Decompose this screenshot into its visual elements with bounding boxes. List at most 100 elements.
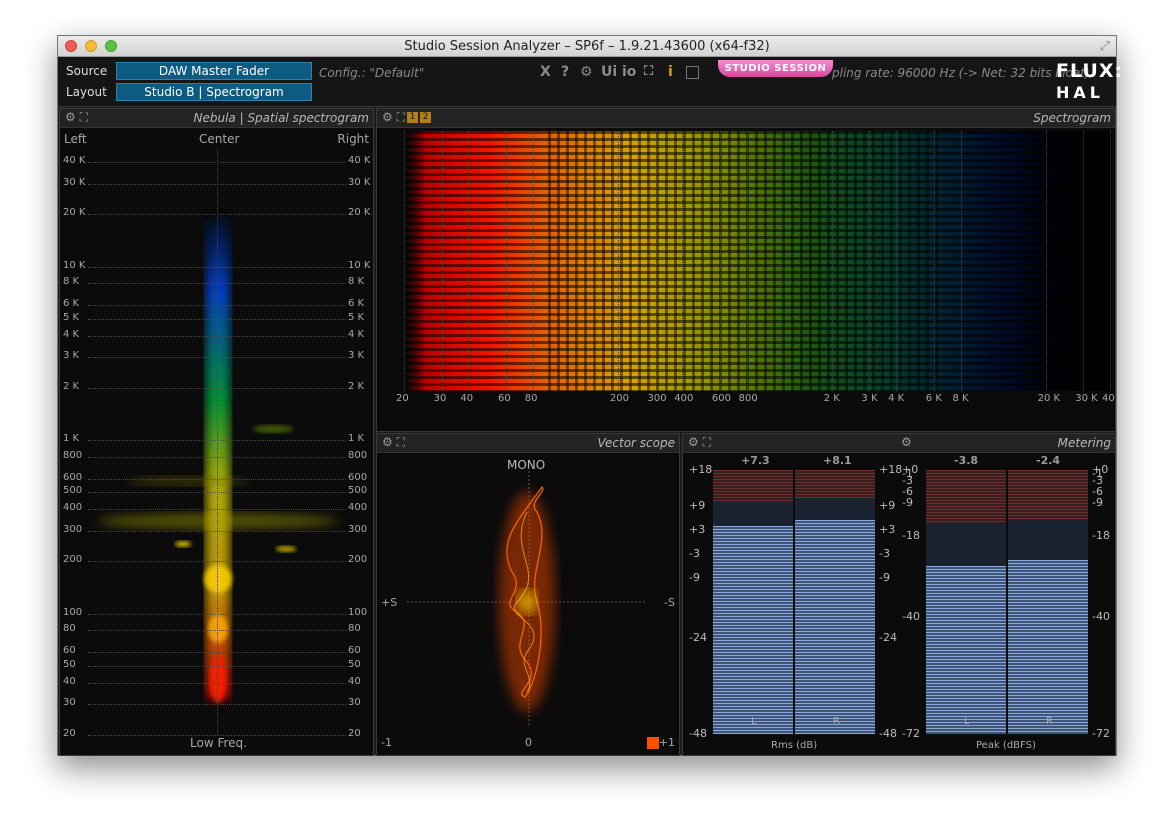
tab-1[interactable]: 1	[406, 112, 418, 123]
spectrogram-gridline	[617, 131, 619, 391]
meter-scale-label: +18	[689, 463, 713, 476]
spectrogram-tick-label: 6 K	[925, 393, 942, 404]
nebula-tick-label: 20 K	[348, 207, 371, 219]
ui-button[interactable]: Ui	[601, 64, 617, 80]
tab-2[interactable]: 2	[419, 112, 431, 123]
source-select[interactable]: DAW Master Fader	[116, 62, 312, 80]
nebula-tick-label: 600	[63, 471, 83, 483]
spectrogram-gridline	[746, 131, 748, 391]
spectrogram-tick-label: 30	[433, 393, 447, 404]
nebula-tick-label: 800	[348, 449, 368, 461]
nebula-plot	[98, 219, 338, 703]
meter-scale-label: -24	[879, 631, 897, 644]
panel-settings-icon[interactable]: ⚙ ⛶	[688, 435, 711, 450]
meter-settings-icon[interactable]: ⚙	[901, 435, 912, 449]
meter-scale-label: -48	[879, 727, 897, 740]
spectrogram-gridline	[682, 131, 684, 391]
close-x-button[interactable]: X	[540, 64, 551, 80]
vectorscope-panel: ⚙ ⛶ Vector scope MONO +S -S -1 0 +1	[376, 433, 680, 756]
meter-headroom-zone	[1008, 470, 1088, 520]
fullscreen-icon[interactable]: ⤢	[1100, 39, 1110, 54]
spectrogram-tick-label: 8 K	[952, 393, 969, 404]
nebula-tick-label: 300	[63, 523, 83, 535]
nebula-tick-label: 1 K	[63, 433, 80, 445]
nebula-tick-label: 8 K	[348, 276, 365, 288]
layout-label: Layout	[66, 85, 107, 99]
meter-scale-label: -9	[1092, 496, 1103, 509]
nebula-tick-label: 20 K	[63, 207, 86, 219]
nebula-tick-label: 100	[348, 606, 368, 618]
nebula-tick-label: 4 K	[63, 328, 80, 340]
spectrogram-tick-label: 800	[738, 393, 758, 404]
studio-session-badge: STUDIO SESSION	[718, 60, 833, 77]
nebula-tick-label: 200	[63, 554, 83, 566]
nebula-panel: ⚙ ⛶ Nebula | Spatial spectrogram Left Ce…	[59, 108, 374, 756]
spectrogram-gridline	[532, 131, 534, 391]
nebula-tick-label: 300	[348, 523, 368, 535]
nebula-tick-label: 3 K	[63, 350, 80, 362]
config-label[interactable]: Config.: "Default"	[319, 66, 424, 80]
metering-header: ⚙ ⛶ ⚙ Metering	[683, 434, 1115, 453]
nebula-header: ⚙ ⛶ Nebula | Spatial spectrogram	[60, 109, 373, 128]
spectrogram-gridline	[831, 131, 833, 391]
panel-settings-icon[interactable]: ⚙ ⛶	[65, 110, 88, 125]
meter-headroom-zone	[795, 470, 875, 498]
meter-scale-label: -18	[902, 529, 920, 542]
spectrogram-tick-label: 600	[711, 393, 731, 404]
brand-logo-hal: HAL	[1056, 83, 1104, 102]
panel-settings-icon[interactable]: ⚙ ⛶ 1 2	[382, 110, 431, 125]
nebula-tick-label: 20	[348, 728, 361, 739]
meter-scale-label: -9	[879, 571, 890, 584]
spectrogram-gridline	[404, 131, 405, 391]
spectrogram-tick-label: 400	[674, 393, 694, 404]
meter-channel-label: R	[1046, 716, 1053, 727]
spectrogram-tick-label: 60	[498, 393, 511, 404]
spectrogram-gridline	[506, 131, 508, 391]
axis-plus-one: +1	[658, 736, 675, 749]
nebula-tick-label: 60	[63, 645, 76, 657]
nebula-center-label: Center	[199, 132, 240, 146]
nebula-tick-label: 8 K	[63, 276, 80, 288]
axis-minus-one: -1	[381, 736, 392, 749]
meter-level-fill	[795, 520, 875, 734]
spectrogram-tick-label: 20	[396, 393, 409, 404]
nebula-center-line	[217, 149, 218, 735]
meter-channel-label: R	[833, 716, 840, 727]
info-button[interactable]: i	[668, 64, 673, 80]
meter-scale-label: -9	[689, 571, 700, 584]
window-title: Studio Session Analyzer – SP6f – 1.9.21.…	[404, 39, 770, 54]
layout-select[interactable]: Studio B | Spectrogram	[116, 83, 312, 101]
nebula-tick-label: 40 K	[348, 155, 371, 166]
meter-peak-value: +8.1	[823, 454, 852, 467]
settings-gear-icon[interactable]: ⚙	[580, 64, 593, 80]
app-window: Studio Session Analyzer – SP6f – 1.9.21.…	[57, 35, 1122, 756]
meter-level-fill	[926, 566, 1006, 734]
meter-channel-label: L	[964, 716, 970, 727]
title-bar: Studio Session Analyzer – SP6f – 1.9.21.…	[58, 36, 1116, 57]
axis-zero: 0	[525, 736, 532, 749]
vectorscope-header: ⚙ ⛶ Vector scope	[377, 434, 679, 453]
meter-channel-label: L	[751, 716, 757, 727]
spectrogram-gridline	[869, 131, 871, 391]
spectrogram-gridline	[719, 131, 721, 391]
rms-label: Rms (dB)	[771, 740, 818, 751]
meter-peak-value: +7.3	[741, 454, 770, 467]
spectrogram-plot	[404, 131, 1112, 391]
panel-settings-icon[interactable]: ⚙ ⛶	[382, 435, 405, 450]
nebula-tick-label: 2 K	[348, 380, 365, 392]
nebula-tick-label: 30 K	[348, 176, 371, 188]
nebula-bottom-label: Low Freq.	[190, 736, 247, 750]
meter-level-fill	[713, 526, 793, 734]
nebula-tick-label: 800	[63, 449, 83, 461]
spectrogram-gridline	[933, 131, 935, 391]
expand-icon[interactable]: ⛶	[644, 64, 653, 79]
window-icon[interactable]	[686, 66, 699, 79]
nebula-tick-label: 400	[63, 502, 83, 514]
io-button[interactable]: io	[622, 64, 636, 80]
meter-scale-label: -9	[902, 496, 913, 509]
help-button[interactable]: ?	[561, 64, 569, 80]
nebula-tick-label: 6 K	[348, 298, 365, 310]
meter-peak-value: -3.8	[954, 454, 979, 467]
nebula-tick-label: 30	[348, 697, 361, 709]
spectrogram-panel: ⚙ ⛶ 1 2 Spectrogram 20 30 40 60 80 200 3…	[376, 108, 1116, 432]
